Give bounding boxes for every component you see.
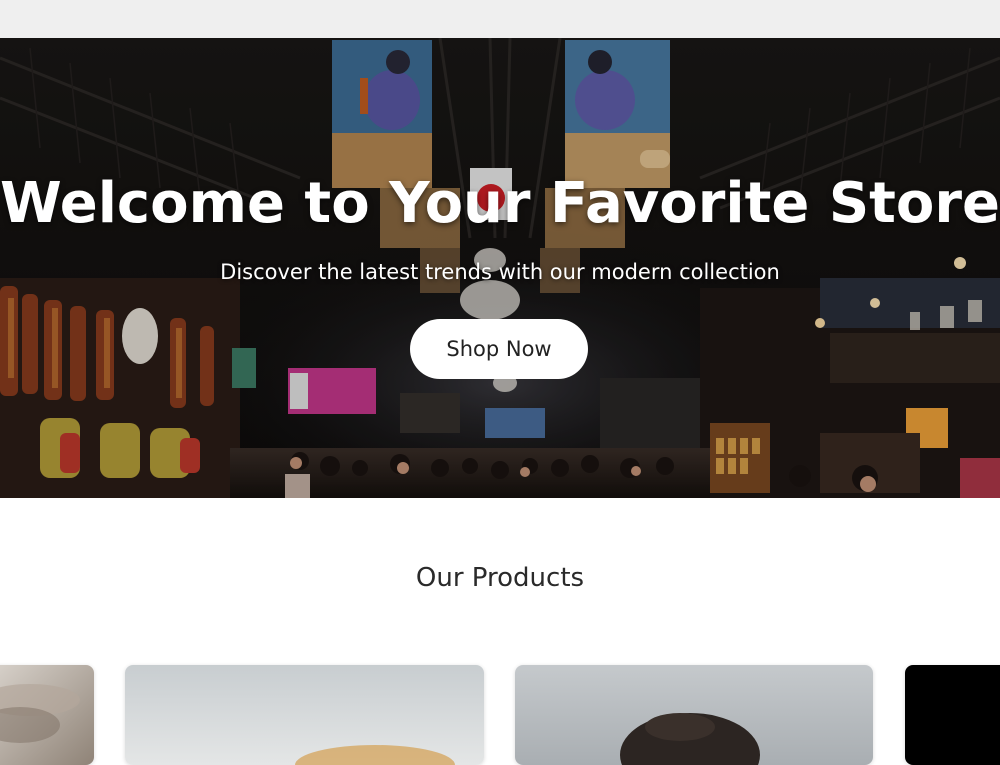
product-image [125, 665, 484, 765]
product-image [0, 665, 94, 765]
product-card[interactable] [905, 665, 1000, 765]
product-card[interactable] [125, 665, 484, 765]
hero-title: Welcome to Your Favorite Store [0, 171, 1000, 236]
product-image [515, 665, 873, 765]
product-card[interactable] [0, 665, 94, 765]
product-card[interactable] [515, 665, 873, 765]
shop-now-button[interactable]: Shop Now [410, 319, 588, 379]
hero-subtitle: Discover the latest trends with our mode… [220, 260, 780, 284]
hero-section: Welcome to Your Favorite Store Discover … [0, 38, 1000, 498]
products-section-heading: Our Products [415, 563, 585, 593]
product-image [905, 665, 1000, 765]
browser-top-bar [0, 0, 1000, 38]
